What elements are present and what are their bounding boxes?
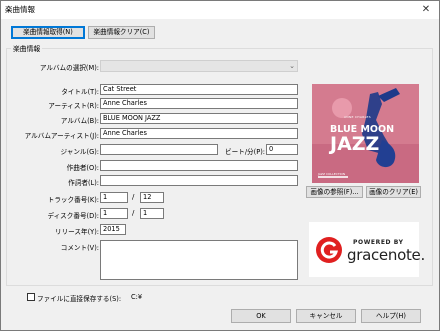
disc-total-field[interactable]: 1: [140, 208, 164, 219]
album-select-label: アルバムの選択(M):: [39, 64, 99, 72]
lyricist-field[interactable]: [100, 175, 298, 186]
album-select-combo[interactable]: ⌄: [100, 60, 298, 72]
genre-field[interactable]: [100, 144, 218, 155]
cancel-button[interactable]: キャンセル: [296, 309, 356, 323]
track-total-field[interactable]: 12: [140, 192, 164, 203]
artist-field[interactable]: Anne Charles: [100, 98, 298, 109]
chevron-down-icon[interactable]: ⌄: [289, 62, 295, 70]
title-label: タイトル(T):: [61, 88, 99, 96]
composer-label: 作曲者(O):: [66, 164, 99, 172]
cover-small-top: ANNE CHARLES: [344, 115, 371, 119]
artist-label: アーティスト(R):: [48, 102, 99, 110]
disc-slash: /: [132, 209, 135, 217]
song-info-group-label: 楽曲情報: [11, 43, 43, 53]
gracenote-logo: POWERED BY gracenote.: [309, 222, 425, 277]
album-label: アルバム(B):: [60, 117, 99, 125]
track-number-field[interactable]: 1: [100, 192, 128, 203]
genre-label: ジャンル(G):: [60, 148, 99, 156]
fetch-song-info-button[interactable]: 楽曲情報取得(N): [11, 26, 85, 39]
year-label: リリース年(Y):: [54, 228, 99, 236]
clear-song-info-button[interactable]: 楽曲情報クリア(C): [88, 26, 155, 39]
title-bar: 楽曲情報 ✕: [1, 1, 439, 19]
save-to-file-checkbox[interactable]: [27, 293, 35, 301]
track-slash: /: [132, 193, 135, 201]
clear-image-button[interactable]: 画像のクリア(E): [366, 186, 421, 198]
cover-title-line2: JAZZ: [330, 133, 380, 155]
save-to-file-label[interactable]: ファイルに直接保存する(S):: [37, 293, 121, 303]
gracenote-powered-by: POWERED BY: [353, 239, 404, 246]
ok-button[interactable]: OK: [231, 309, 291, 323]
save-path-value: C:¥: [131, 293, 143, 301]
year-field[interactable]: 2015: [100, 224, 126, 235]
gracenote-name: gracenote.: [347, 246, 425, 264]
track-number-label: トラック番号(K):: [47, 196, 99, 204]
comment-field[interactable]: [100, 240, 298, 280]
help-button[interactable]: ヘルプ(H): [361, 309, 421, 323]
title-field[interactable]: Cat Street: [100, 84, 298, 95]
disc-number-label: ディスク番号(D):: [47, 212, 99, 220]
comment-label: コメント(V):: [60, 244, 99, 252]
browse-image-button[interactable]: 画像の参照(F)...: [306, 186, 363, 198]
close-icon[interactable]: ✕: [413, 1, 439, 19]
bpm-field[interactable]: 0: [266, 144, 298, 155]
album-field[interactable]: BLUE MOON JAZZ: [100, 113, 298, 124]
disc-number-field[interactable]: 1: [100, 208, 128, 219]
bpm-label: ビート/分(P):: [225, 148, 265, 156]
lyricist-label: 作詞者(L):: [68, 179, 99, 187]
window-title: 楽曲情報: [5, 5, 35, 14]
album-artist-field[interactable]: Anne Charles: [100, 128, 298, 139]
cover-small-bottom: JAZZ COLLECTION: [318, 172, 346, 176]
composer-field[interactable]: [100, 160, 298, 171]
album-cover-image: ANNE CHARLES BLUE MOON JAZZ JAZZ COLLECT…: [312, 84, 419, 183]
album-artist-label: アルバムアーティスト(J):: [24, 132, 99, 140]
